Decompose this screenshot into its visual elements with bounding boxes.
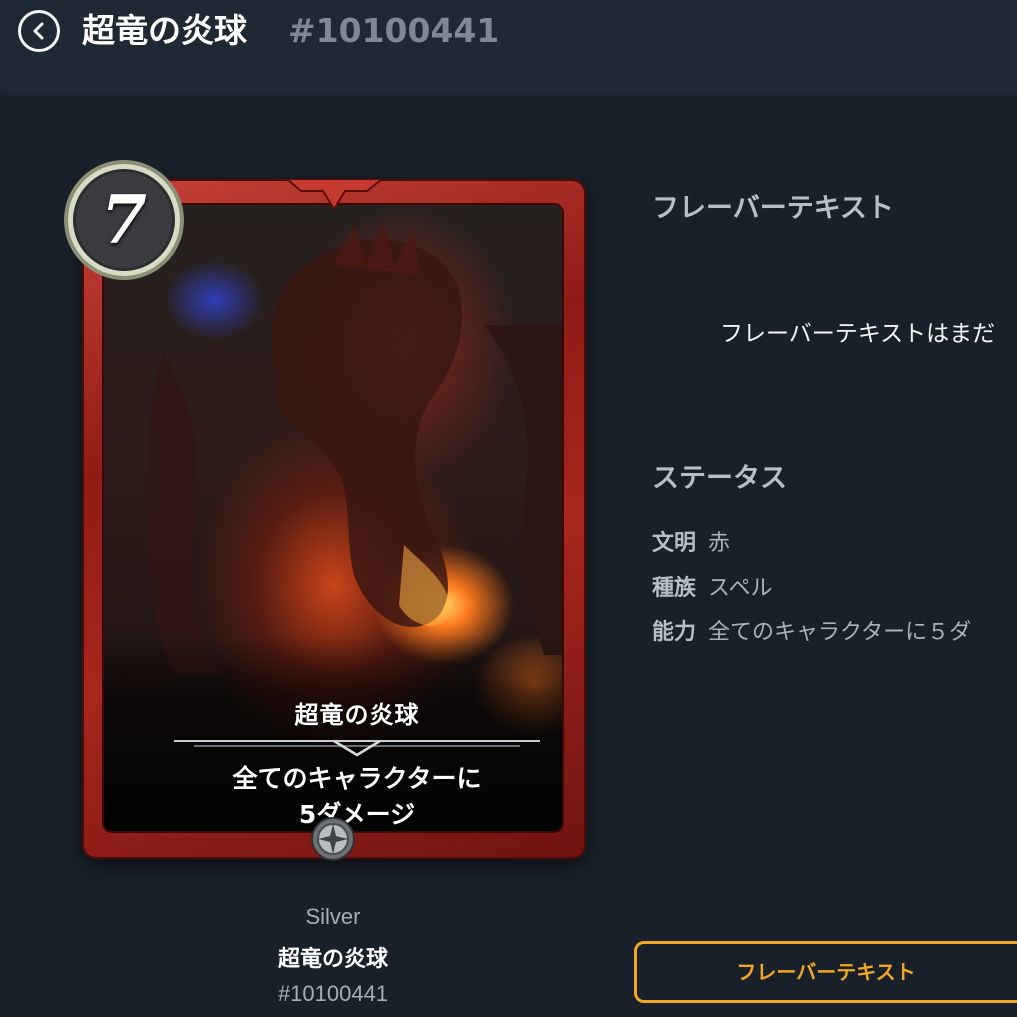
flavor-text: フレーバーテキストはまだ [720, 321, 996, 347]
card-ability-line: 全てのキャラクターに [232, 764, 482, 793]
status-row-race: 種族 スペル [652, 570, 1017, 602]
status-value: スペル [708, 576, 773, 601]
card-caption-name: 超竜の炎球 [277, 947, 388, 972]
card-ability: 全てのキャラクターに 5ダメージ [184, 761, 530, 831]
card-rarity: Silver [305, 904, 361, 929]
card-divider [174, 739, 540, 757]
card-caption-id: #10100441 [277, 981, 389, 1006]
card-artwork: 超竜の炎球 全てのキャラクターに 5ダメージ [104, 205, 562, 831]
cost-badge: 7 [62, 158, 186, 282]
page-header: 超竜の炎球 #10100441 [0, 0, 1017, 92]
status-label: 種族 [652, 576, 697, 601]
chevron-left-icon [33, 22, 44, 40]
card-name: 超竜の炎球 [294, 701, 420, 729]
flavor-text-button[interactable]: フレーバーテキスト [634, 941, 1017, 1003]
status-label: 文明 [652, 531, 697, 556]
page-title: 超竜の炎球 [82, 11, 247, 50]
status-heading: ステータス [652, 463, 787, 494]
status-value: 赤 [708, 531, 731, 556]
status-value: 全てのキャラクターに５ダ [708, 620, 972, 645]
status-row-civilization: 文明赤 [652, 525, 1017, 557]
card-ability-line: 5ダメージ [298, 800, 416, 829]
back-button[interactable] [18, 10, 60, 52]
card-image[interactable]: 超竜の炎球 全てのキャラクターに 5ダメージ 7 [64, 160, 588, 862]
flavor-heading: フレーバーテキスト [652, 193, 894, 224]
page-card-id: #10100441 [288, 11, 500, 50]
status-label: 能力 [652, 620, 697, 645]
card-top-notch [287, 179, 382, 211]
status-row-ability: 能力 全てのキャラクターに５ダ [652, 614, 1017, 646]
flavor-text-button-label: フレーバーテキスト [736, 960, 916, 984]
cost-value: 7 [101, 181, 147, 259]
rarity-gem-icon [311, 817, 355, 861]
